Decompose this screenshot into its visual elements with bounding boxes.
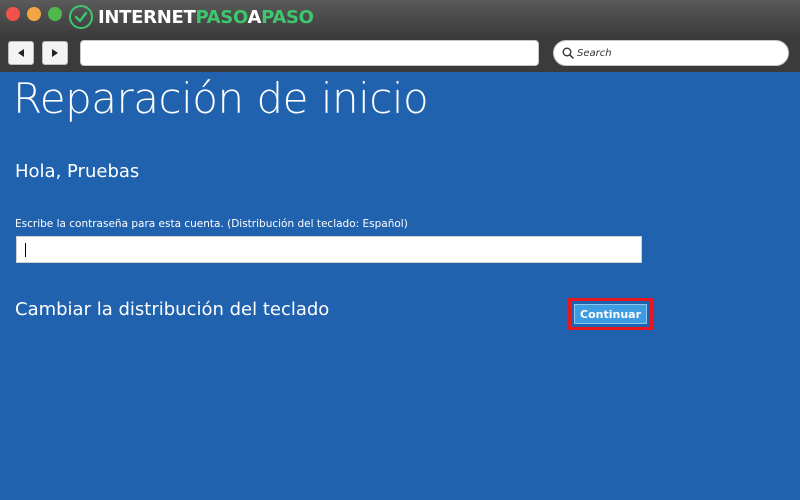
site-logo: INTERNETPASOAPASO <box>69 4 314 30</box>
title-bar: INTERNETPASOAPASO <box>0 0 800 34</box>
forward-button[interactable] <box>42 41 68 65</box>
logo-text-part: INTERNET <box>98 6 196 28</box>
startup-repair-screen: Reparación de inicio Hola, Pruebas Escri… <box>0 72 800 500</box>
logo-text-part: A <box>247 6 262 28</box>
search-field[interactable]: Search <box>553 40 789 66</box>
logo-text-part: PASO <box>261 6 314 28</box>
logo-wordmark: INTERNETPASOAPASO <box>98 7 314 28</box>
text-caret <box>25 243 26 257</box>
arrow-right-icon <box>52 49 58 57</box>
arrow-left-icon <box>18 49 24 57</box>
address-bar[interactable] <box>80 40 539 66</box>
password-input[interactable] <box>16 236 642 263</box>
browser-window: INTERNETPASOAPASO Search Reparación de i… <box>0 0 800 500</box>
search-label: Search <box>577 47 612 59</box>
back-button[interactable] <box>8 41 34 65</box>
change-keyboard-layout-link[interactable]: Cambiar la distribución del teclado <box>15 299 329 320</box>
password-label: Escribe la contraseña para esta cuenta. … <box>15 218 408 230</box>
logo-check-icon <box>69 5 93 29</box>
continue-button[interactable]: Continuar <box>574 304 647 324</box>
logo-text-part: PASO <box>195 6 248 28</box>
page-title: Reparación de inicio <box>13 74 429 123</box>
close-window-button[interactable] <box>6 7 20 21</box>
minimize-window-button[interactable] <box>27 7 41 21</box>
zoom-window-button[interactable] <box>48 7 62 21</box>
browser-toolbar: Search <box>0 34 800 72</box>
search-icon <box>562 47 574 59</box>
user-greeting: Hola, Pruebas <box>15 161 140 182</box>
